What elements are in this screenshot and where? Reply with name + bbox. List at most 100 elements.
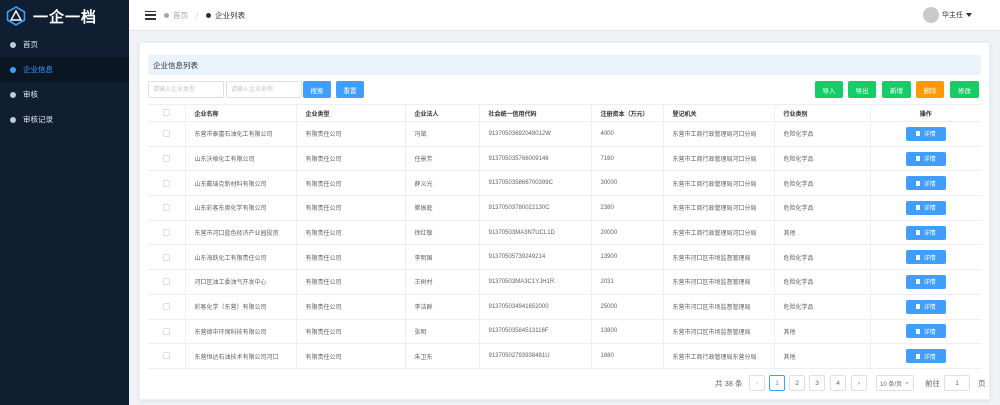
user-menu[interactable]: 华主任 xyxy=(923,7,972,23)
list-icon xyxy=(206,12,212,18)
enterprise-name-input[interactable] xyxy=(226,81,302,98)
row-select-cell[interactable] xyxy=(148,343,186,369)
row-checkbox[interactable] xyxy=(162,154,170,162)
detail-button[interactable]: 详情 xyxy=(905,151,946,166)
detail-button[interactable]: 详情 xyxy=(905,126,946,141)
registered-capital-cell: 1680 xyxy=(591,343,664,369)
table-row: 东营德中环保科技有限公司 有限责任公司 张明 91370503584513116F 13… xyxy=(148,319,981,345)
sidebar-item-label: 审核记录 xyxy=(23,115,53,124)
row-select-cell[interactable] xyxy=(148,220,186,246)
enterprise-name-cell: 山东海跃化工有限责任公司 xyxy=(185,244,297,271)
table-row: 山东戴瑞克新材料有限公司 有限责任公司 薛义光 913705035866700399C… xyxy=(148,170,981,197)
actions-cell: 详情 xyxy=(870,170,981,197)
legal-person-cell: 崔振庭 xyxy=(405,195,480,221)
detail-button[interactable]: 详情 xyxy=(905,349,946,364)
row-checkbox[interactable] xyxy=(162,204,170,212)
detail-button-label: 详情 xyxy=(923,132,936,139)
detail-button-label: 详情 xyxy=(923,305,936,312)
registered-capital-cell: 2031 xyxy=(591,269,664,295)
page-size-select[interactable]: 10 条/页 xyxy=(876,375,914,391)
enterprise-name-cell: 东营市泰富石油化工有限公司 xyxy=(185,121,297,147)
detail-button[interactable]: 详情 xyxy=(905,250,946,265)
detail-button-label: 详情 xyxy=(923,255,936,262)
sidebar-item-enterprise-info[interactable]: 企业信息 xyxy=(0,57,129,82)
row-select-cell[interactable] xyxy=(148,294,186,320)
hamburger-icon[interactable] xyxy=(145,10,156,20)
legal-person-cell: 张明 xyxy=(405,319,480,345)
edit-button[interactable]: 修改 xyxy=(950,81,979,98)
detail-button-label: 详情 xyxy=(923,181,936,188)
records-icon xyxy=(10,116,16,123)
page-button-4[interactable]: 4 xyxy=(830,375,846,391)
industry-cell: 其他 xyxy=(774,220,871,246)
row-checkbox[interactable] xyxy=(162,303,170,311)
row-select-cell[interactable] xyxy=(148,319,186,345)
credit-code-cell: 91370503576600914​6 xyxy=(479,146,592,172)
sidebar-item-review[interactable]: 审核 xyxy=(0,82,129,107)
page-button-3[interactable]: 3 xyxy=(809,375,825,391)
top-header: 首页 / 企业列表 华主任 xyxy=(129,0,1000,31)
prev-page-button[interactable]: ‹ xyxy=(749,375,765,391)
row-checkbox[interactable] xyxy=(162,229,170,237)
breadcrumb-current: 企业列表 xyxy=(215,10,246,20)
table-row: 河口区油工委油气开发中心 有限责任公司 王树村 91370503MA3C1YJH1R 2… xyxy=(148,269,981,295)
row-checkbox[interactable] xyxy=(162,352,170,360)
delete-button[interactable]: 删除 xyxy=(916,81,944,98)
reset-button[interactable]: 重置 xyxy=(336,81,364,98)
search-button[interactable]: 搜索 xyxy=(303,81,331,98)
row-checkbox[interactable] xyxy=(162,278,170,286)
add-button[interactable]: 新增 xyxy=(882,81,911,98)
document-icon xyxy=(915,353,920,359)
enterprise-name-cell: 东营恒达石油技术有限公司河口 xyxy=(185,343,297,369)
enterprise-type-cell: 有限责任公司 xyxy=(296,244,406,271)
review-icon xyxy=(10,91,16,98)
page-button-2[interactable]: 2 xyxy=(789,375,805,391)
registered-capital-cell: 2380 xyxy=(591,195,664,221)
goto-page-input[interactable] xyxy=(944,375,970,391)
enterprise-name-cell: 山东彩客东奥化学有限公司 xyxy=(185,195,297,221)
row-select-cell[interactable] xyxy=(148,269,186,295)
column-header: 社会统一信用代码 xyxy=(479,104,592,122)
detail-button[interactable]: 详情 xyxy=(905,274,946,289)
enterprise-type-input[interactable] xyxy=(148,81,224,98)
detail-button[interactable]: 详情 xyxy=(905,176,946,191)
document-icon xyxy=(915,180,920,186)
actions-cell: 详情 xyxy=(870,269,981,295)
document-icon xyxy=(915,156,920,162)
row-checkbox[interactable] xyxy=(162,253,170,261)
detail-button[interactable]: 详情 xyxy=(905,324,946,339)
row-select-cell[interactable] xyxy=(148,244,186,271)
row-select-cell[interactable] xyxy=(148,121,186,147)
page-button-1[interactable]: 1 xyxy=(769,375,785,391)
enterprise-list-card: 企业信息列表 搜索 重置 导入 导出 新增 删除 修改 企业名称 企业类型 企业… xyxy=(139,42,990,400)
credit-code-cell: 913705036920480­12W xyxy=(479,121,592,147)
export-button[interactable]: 导出 xyxy=(848,81,876,98)
import-button[interactable]: 导入 xyxy=(815,81,843,98)
row-select-cell[interactable] xyxy=(148,170,186,197)
detail-button-label: 详情 xyxy=(923,231,936,238)
breadcrumb-home[interactable]: 首页 xyxy=(173,10,188,21)
row-checkbox[interactable] xyxy=(162,179,170,187)
home-icon xyxy=(164,12,169,18)
row-select-cell[interactable] xyxy=(148,146,186,172)
registration-authority-cell: 东营市工商行政管理局东营分局 xyxy=(663,343,775,369)
enterprise-type-cell: 有限责任公司 xyxy=(296,294,406,320)
logo-icon xyxy=(6,6,26,26)
detail-button[interactable]: 详情 xyxy=(905,299,946,314)
row-select-cell[interactable] xyxy=(148,195,186,221)
table-row: 东营恒达石油技术有限公司河口 有限责任公司 朱卫东 9137050279393848​… xyxy=(148,343,981,369)
detail-button[interactable]: 详情 xyxy=(905,200,946,215)
credit-code-cell: 91370505739249214 xyxy=(479,244,592,271)
select-all-checkbox[interactable] xyxy=(162,109,170,117)
sidebar-item-home[interactable]: 首页 xyxy=(0,32,129,57)
document-icon xyxy=(915,205,920,211)
next-page-button[interactable]: › xyxy=(851,375,867,391)
column-header: 登记机关 xyxy=(663,104,775,122)
row-checkbox[interactable] xyxy=(162,327,170,335)
select-all-header[interactable] xyxy=(148,104,186,122)
sidebar-item-review-records[interactable]: 审核记录 xyxy=(0,107,129,132)
row-checkbox[interactable] xyxy=(162,130,170,138)
detail-button[interactable]: 详情 xyxy=(905,225,946,240)
document-icon xyxy=(915,131,920,137)
registration-authority-cell: 东营市工商行政管理局河口分局 xyxy=(663,170,775,197)
